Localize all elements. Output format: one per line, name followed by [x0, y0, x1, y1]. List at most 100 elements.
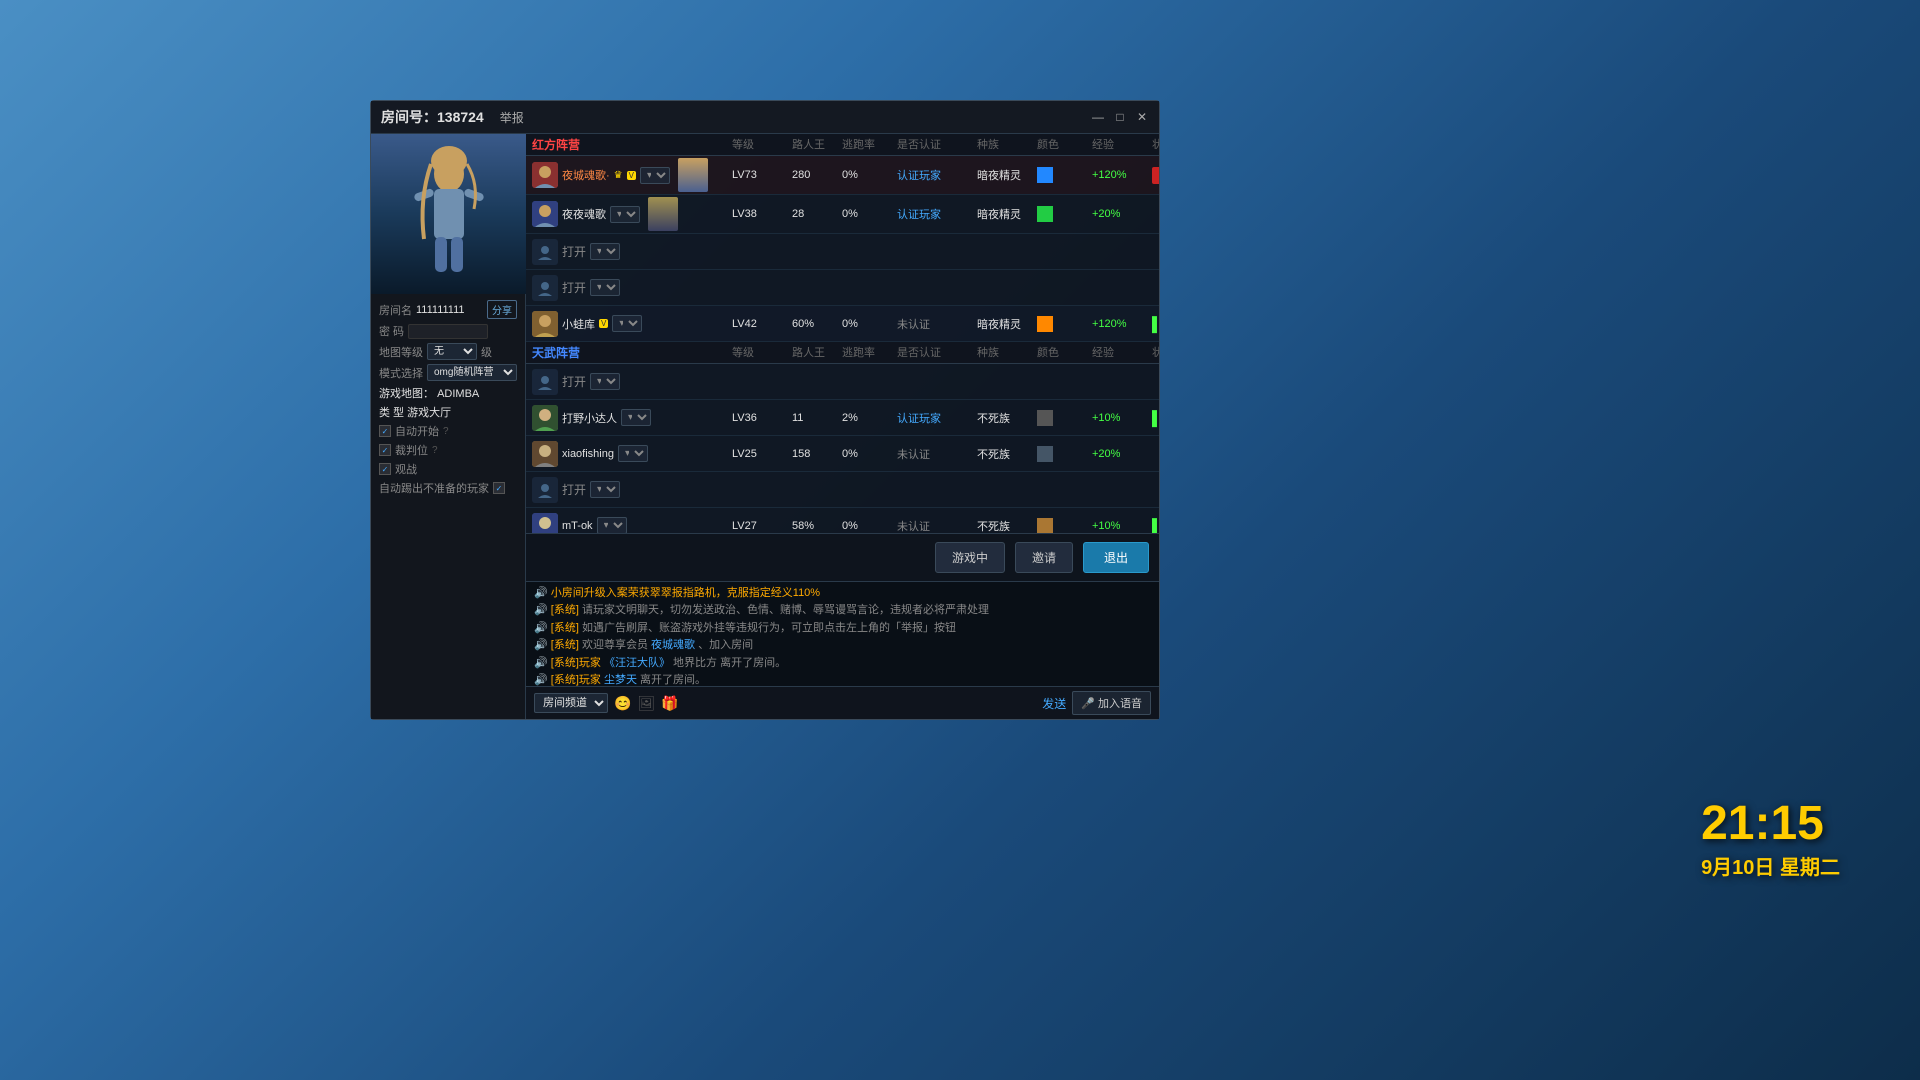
- window-content: 房间名 111111111 分享 密 码 地图等级 无 级 模式选择: [371, 134, 1159, 719]
- player-exp: +10%: [1092, 412, 1152, 424]
- voice-button[interactable]: 🎤 加入语音: [1072, 691, 1151, 715]
- minimize-button[interactable]: —: [1091, 110, 1105, 124]
- mode-row: 模式选择 omg随机阵营: [379, 364, 517, 381]
- player-name-cell: 小蛙库 V ▾: [532, 311, 732, 337]
- player-color-box: [1037, 167, 1053, 183]
- player-escape: 0%: [842, 520, 897, 532]
- player-name-text: xiaofishing: [562, 448, 614, 460]
- player-name-cell: 夜城魂歌· ♛ V ▾: [532, 158, 732, 192]
- open-slot-select[interactable]: ▾: [590, 279, 620, 296]
- col-escape-b: 逃跑率: [842, 344, 897, 361]
- gift-icon[interactable]: 🎁: [661, 695, 678, 712]
- player-escape: 0%: [842, 448, 897, 460]
- open-slot-icon: [532, 477, 558, 503]
- player-level: LV25: [732, 448, 792, 460]
- map-level-select[interactable]: 无: [427, 343, 477, 360]
- player-action-select[interactable]: ▾: [640, 167, 670, 184]
- open-slot-select[interactable]: ▾: [590, 481, 620, 498]
- chat-line-4: 🔊 [系统] 欢迎尊享会员 夜城魂歌 、加入房间: [534, 638, 1151, 653]
- chat-icon: 🔊: [534, 622, 548, 634]
- col-road-b: 路人王: [792, 344, 842, 361]
- ingame-button[interactable]: 游戏中: [935, 542, 1005, 573]
- player-avatar: [532, 311, 558, 337]
- player-action-select[interactable]: ▾: [597, 517, 627, 533]
- player-action-select[interactable]: ▾: [610, 206, 640, 223]
- blue-player-3: mT-ok ▾ LV27 58% 0% 未认证 不死族 +10% ▌▌▌: [526, 508, 1159, 533]
- pwd-row: 密 码: [379, 323, 517, 339]
- map-level-row: 地图等级 无 级: [379, 343, 517, 360]
- blue-team-header: 天武阵营 等级 路人王 逃跑率 是否认证 种族 颜色 经验 状态: [526, 342, 1159, 364]
- sidebar: 房间名 111111111 分享 密 码 地图等级 无 级 模式选择: [371, 134, 526, 719]
- judge-info-icon: ?: [432, 445, 438, 456]
- report-button[interactable]: 举报: [500, 109, 524, 126]
- player-level: LV36: [732, 412, 792, 424]
- chat-line-2: 🔊 [系统] 请玩家文明聊天，切勿发送政治、色情、赌博、辱骂谩骂言论，违规者必将…: [534, 603, 1151, 618]
- chat-text: 如遇广告刷屏、账盗游戏外挂等违规行为，可立即点击左上角的「举报」按钮: [582, 622, 956, 634]
- maximize-button[interactable]: □: [1113, 110, 1127, 124]
- auto-start-checkbox[interactable]: [379, 425, 391, 437]
- open-slot-label: 打开: [562, 279, 586, 296]
- window-controls: — □ ✕: [1091, 110, 1149, 124]
- judge-checkbox[interactable]: [379, 444, 391, 456]
- player-avatar: [532, 441, 558, 467]
- player-name-text: 夜城魂歌·: [562, 167, 610, 183]
- player-exp: +20%: [1092, 448, 1152, 460]
- chat-line-6: 🔊 [系统]玩家 尘梦天 离开了房间。: [534, 673, 1151, 686]
- auto-kick-label: 自动踢出不准备的玩家: [379, 480, 489, 496]
- hero-image-inner: [371, 134, 526, 294]
- observer-color-box: [1037, 316, 1053, 332]
- col-exp-b: 经验: [1092, 344, 1152, 361]
- open-slot-select[interactable]: ▾: [590, 373, 620, 390]
- player-portrait: [648, 197, 678, 231]
- player-level: LV38: [732, 208, 792, 220]
- blue-open-slot-1: 打开 ▾: [526, 364, 1159, 400]
- share-button[interactable]: 分享: [487, 300, 517, 319]
- open-slot-content: 打开 ▾: [532, 239, 732, 265]
- chat-line-5: 🔊 [系统]玩家 《汪汪大队》 地界比方 离开了房间。: [534, 656, 1151, 671]
- vip-badge: V: [599, 319, 608, 328]
- channel-select[interactable]: 房间频道: [534, 693, 608, 713]
- col-level-b: 等级: [732, 344, 792, 361]
- status-button[interactable]: 状: [1152, 167, 1159, 184]
- clock-date: 9月10日 星期二: [1701, 851, 1840, 880]
- auto-start-row: 自动开始 ?: [379, 423, 517, 439]
- game-address-value: ADIMBA: [437, 388, 479, 400]
- pwd-input[interactable]: [408, 324, 488, 339]
- red-team-header: 红方阵营 等级 路人王 逃跑率 是否认证 种族 颜色 经验 状态: [526, 134, 1159, 156]
- title-bar: 房间号：138724 举报 — □ ✕: [371, 101, 1159, 134]
- quit-button[interactable]: 退出: [1083, 542, 1149, 573]
- clock-time: 21:15: [1701, 796, 1840, 851]
- spectate-checkbox[interactable]: [379, 463, 391, 475]
- signal-icon: ▌▌▌: [1152, 410, 1159, 426]
- observer-auth: 未认证: [897, 316, 977, 332]
- open-slot-select[interactable]: ▾: [590, 243, 620, 260]
- emoji-icon[interactable]: 😊: [614, 695, 631, 712]
- blue-player-2: xiaofishing ▾ LV25 158 0% 未认证 不死族 +20%: [526, 436, 1159, 472]
- player-action-select[interactable]: ▾: [612, 315, 642, 332]
- player-auth: 认证玩家: [897, 206, 977, 222]
- image-icon[interactable]: 🖼: [637, 695, 655, 712]
- player-avatar: [532, 201, 558, 227]
- auto-start-label: 自动开始: [395, 423, 439, 439]
- teams-area: 红方阵营 等级 路人王 逃跑率 是否认证 种族 颜色 经验 状态: [526, 134, 1159, 533]
- close-button[interactable]: ✕: [1135, 110, 1149, 124]
- player-portrait: [678, 158, 708, 192]
- send-button[interactable]: 发送: [1042, 695, 1066, 712]
- chat-player-link: 夜城魂歌: [651, 639, 695, 651]
- observer-row: 小蛙库 V ▾ LV42 60% 0% 未认证 暗夜精灵 +120% ▌▌▌: [526, 306, 1159, 342]
- open-slot-content: 打开 ▾: [532, 369, 732, 395]
- col-status: 状态: [1152, 136, 1159, 153]
- auto-kick-checkbox[interactable]: [493, 482, 505, 494]
- player-auth: 认证玩家: [897, 167, 977, 183]
- chat-text: 欢迎尊享会员: [582, 639, 651, 651]
- col-auth-b: 是否认证: [897, 344, 977, 361]
- player-action-select[interactable]: ▾: [618, 445, 648, 462]
- mode-select[interactable]: omg随机阵营: [427, 364, 517, 381]
- player-name-text: 打野小达人: [562, 410, 617, 426]
- spectate-row: 观战: [379, 461, 517, 477]
- room-name-value: 111111111: [416, 304, 483, 316]
- player-action-select[interactable]: ▾: [621, 409, 651, 426]
- invite-button[interactable]: 邀请: [1015, 542, 1073, 573]
- player-auth: 认证玩家: [897, 410, 977, 426]
- player-name-cell: xiaofishing ▾: [532, 441, 732, 467]
